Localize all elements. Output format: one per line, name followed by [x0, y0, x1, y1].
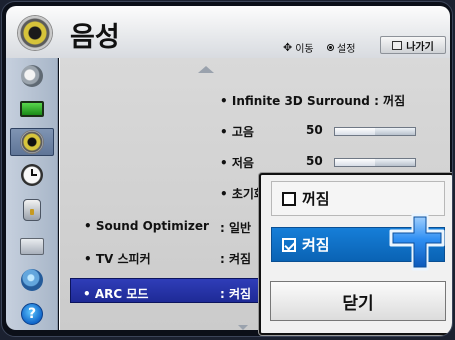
speaker-icon	[21, 131, 43, 153]
bass-slider-fill	[335, 159, 375, 166]
sidebar-item-picture[interactable]	[10, 95, 54, 123]
option-off[interactable]: 꺼짐	[271, 181, 445, 216]
set-hint-label: 설정	[337, 44, 356, 55]
sidebar-item-satellite[interactable]	[10, 62, 54, 90]
move-hint: ✥ 이동	[283, 40, 314, 55]
sidebar-item-option[interactable]	[10, 232, 54, 260]
briefcase-icon	[20, 237, 44, 255]
sound-optimizer-label[interactable]: • Sound Optimizer	[84, 219, 209, 233]
sidebar-item-time[interactable]	[10, 161, 54, 189]
surround-row[interactable]: • Infinite 3D Surround : 꺼짐	[220, 92, 405, 109]
tv-speaker-value: : 켜짐	[220, 252, 252, 266]
option-on-label: 켜짐	[302, 236, 330, 254]
surround-label: • Infinite 3D Surround : 꺼짐	[220, 94, 406, 108]
treble-value: 50	[306, 123, 323, 137]
monitor-icon	[20, 101, 44, 117]
tv-speaker-label[interactable]: • TV 스피커	[84, 250, 151, 267]
sidebar-item-help[interactable]: ?	[10, 300, 54, 328]
bass-value: 50	[306, 154, 323, 168]
bass-row[interactable]: • 저음	[220, 154, 254, 171]
close-button[interactable]: 닫기	[270, 281, 446, 321]
clock-icon	[21, 164, 43, 186]
help-icon: ?	[21, 303, 43, 325]
header: 음성 ✥ 이동 설정 나가기	[6, 6, 450, 58]
treble-slider[interactable]	[334, 127, 416, 136]
satellite-dish-icon	[21, 65, 43, 87]
selected-row-arc-mode[interactable]: • ARC 모드 : 켜짐	[70, 278, 261, 303]
option-off-label: 꺼짐	[302, 190, 330, 208]
tv-osd-frame: 음성 ✥ 이동 설정 나가기 ? • Infinite 3D Surround …	[1, 1, 453, 337]
exit-button[interactable]: 나가기	[380, 36, 446, 54]
bass-label: • 저음	[220, 156, 254, 170]
sidebar-item-sound[interactable]	[10, 128, 54, 156]
checkbox-checked-icon	[282, 237, 296, 252]
move-hint-label: 이동	[295, 44, 314, 55]
bass-slider[interactable]	[334, 158, 416, 167]
globe-icon	[21, 269, 43, 291]
speaker-icon	[18, 16, 52, 50]
exit-label: 나가기	[406, 41, 434, 53]
sidebar-item-network[interactable]	[10, 266, 54, 294]
checkbox-icon	[282, 191, 296, 206]
lock-icon	[23, 199, 41, 221]
treble-label: • 고음	[220, 125, 254, 139]
treble-row[interactable]: • 고음	[220, 123, 254, 140]
arc-mode-label: • ARC 모드	[83, 287, 149, 301]
ok-icon	[327, 44, 334, 51]
sidebar-item-lock[interactable]	[10, 196, 54, 224]
treble-slider-fill	[335, 128, 375, 135]
scroll-down-icon[interactable]	[238, 325, 248, 330]
direction-icon: ✥	[283, 41, 293, 54]
sidebar: ?	[6, 58, 58, 330]
sound-optimizer-value: : 일반	[220, 221, 252, 235]
scroll-up-icon[interactable]	[198, 66, 214, 73]
exit-icon	[392, 40, 403, 50]
set-hint: 설정	[327, 40, 355, 55]
arc-mode-value: : 켜짐	[220, 287, 252, 301]
page-title: 음성	[70, 22, 120, 53]
cursor-cross-icon	[389, 213, 445, 271]
